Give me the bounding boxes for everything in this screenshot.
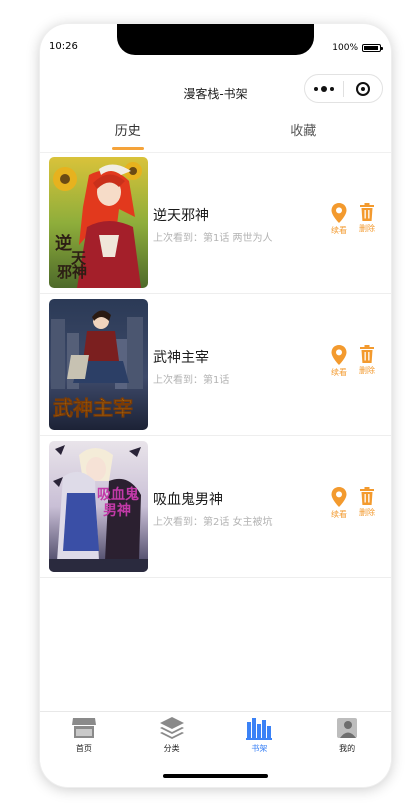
comic-cover[interactable]: 武神主宰 — [49, 299, 148, 430]
battery-icon — [362, 44, 383, 52]
close-mini-program-button[interactable] — [344, 81, 382, 96]
history-list: 逆 天 邪神 逆天邪神 上次看到：第1话 两世为人 续看 删除 武神主宰 武神主… — [40, 152, 391, 578]
tabbar-bookshelf[interactable]: 书架 — [216, 712, 304, 762]
continue-reading-button[interactable]: 续看 — [327, 202, 351, 236]
bottom-tab-bar: 首页 分类 书架 我的 — [40, 711, 391, 762]
delete-label: 删除 — [359, 224, 375, 233]
location-pin-icon — [331, 345, 347, 365]
delete-label: 删除 — [359, 508, 375, 517]
tabbar-label: 首页 — [75, 744, 92, 753]
notch — [117, 24, 314, 55]
tab-favorites[interactable]: 收藏 — [216, 112, 392, 152]
tabbar-category[interactable]: 分类 — [128, 712, 216, 762]
last-read-info: 上次看到：第1话 — [153, 375, 230, 386]
svg-text:武神主宰: 武神主宰 — [53, 396, 133, 420]
comic-title[interactable]: 吸血鬼男神 — [153, 489, 223, 509]
svg-text:男神: 男神 — [103, 502, 131, 519]
dot-icon — [321, 85, 327, 92]
comic-title[interactable]: 武神主宰 — [153, 347, 209, 367]
user-icon — [337, 718, 358, 738]
continue-label: 续看 — [331, 368, 347, 377]
location-pin-icon — [331, 203, 347, 223]
more-menu-button[interactable] — [305, 85, 343, 92]
delete-button[interactable]: 删除 — [355, 202, 379, 234]
home-indicator — [163, 774, 268, 778]
continue-reading-button[interactable]: 续看 — [327, 486, 351, 520]
dot-icon — [314, 86, 318, 91]
delete-button[interactable]: 删除 — [355, 486, 379, 518]
bookshelf-icon — [246, 718, 273, 740]
tabbar-home[interactable]: 首页 — [40, 712, 128, 762]
phone-frame: 10:26 100% 漫客栈-书架 历史 收藏 逆 天 邪神 逆天邪神 上次看到… — [40, 24, 391, 787]
battery-percent: 100% — [332, 43, 358, 53]
svg-text:逆: 逆 — [55, 233, 72, 254]
status-battery: 100% — [332, 43, 383, 53]
location-pin-icon — [331, 487, 347, 507]
svg-text:吸血鬼: 吸血鬼 — [97, 486, 139, 503]
comic-cover[interactable]: 吸血鬼 男神 — [49, 441, 148, 572]
status-time: 10:26 — [49, 41, 78, 52]
list-item[interactable]: 吸血鬼 男神 吸血鬼男神 上次看到：第2话 女主被坑 续看 删除 — [40, 436, 391, 578]
list-item[interactable]: 逆 天 邪神 逆天邪神 上次看到：第1话 两世为人 续看 删除 — [40, 152, 391, 294]
continue-reading-button[interactable]: 续看 — [327, 344, 351, 378]
last-read-info: 上次看到：第2话 女主被坑 — [153, 517, 273, 528]
tabbar-label: 分类 — [163, 744, 180, 753]
continue-label: 续看 — [331, 226, 347, 235]
layers-icon — [159, 717, 184, 739]
tabbar-label: 我的 — [339, 744, 356, 753]
tabbar-label: 书架 — [251, 744, 268, 753]
comic-cover[interactable]: 逆 天 邪神 — [49, 157, 148, 288]
dot-icon — [330, 86, 334, 91]
list-item[interactable]: 武神主宰 武神主宰 上次看到：第1话 续看 删除 — [40, 294, 391, 436]
last-read-info: 上次看到：第1话 两世为人 — [153, 233, 273, 244]
store-icon — [71, 718, 96, 738]
trash-icon — [360, 203, 374, 221]
tabbar-mine[interactable]: 我的 — [303, 712, 391, 762]
tab-bar-top: 历史 收藏 — [40, 112, 391, 153]
continue-label: 续看 — [331, 510, 347, 519]
comic-title[interactable]: 逆天邪神 — [153, 205, 209, 225]
trash-icon — [360, 487, 374, 505]
trash-icon — [360, 345, 374, 363]
target-icon — [355, 81, 370, 96]
svg-text:邪神: 邪神 — [56, 263, 87, 281]
delete-label: 删除 — [359, 366, 375, 375]
delete-button[interactable]: 删除 — [355, 344, 379, 376]
tab-history[interactable]: 历史 — [40, 112, 216, 152]
mini-program-capsule — [304, 74, 383, 103]
